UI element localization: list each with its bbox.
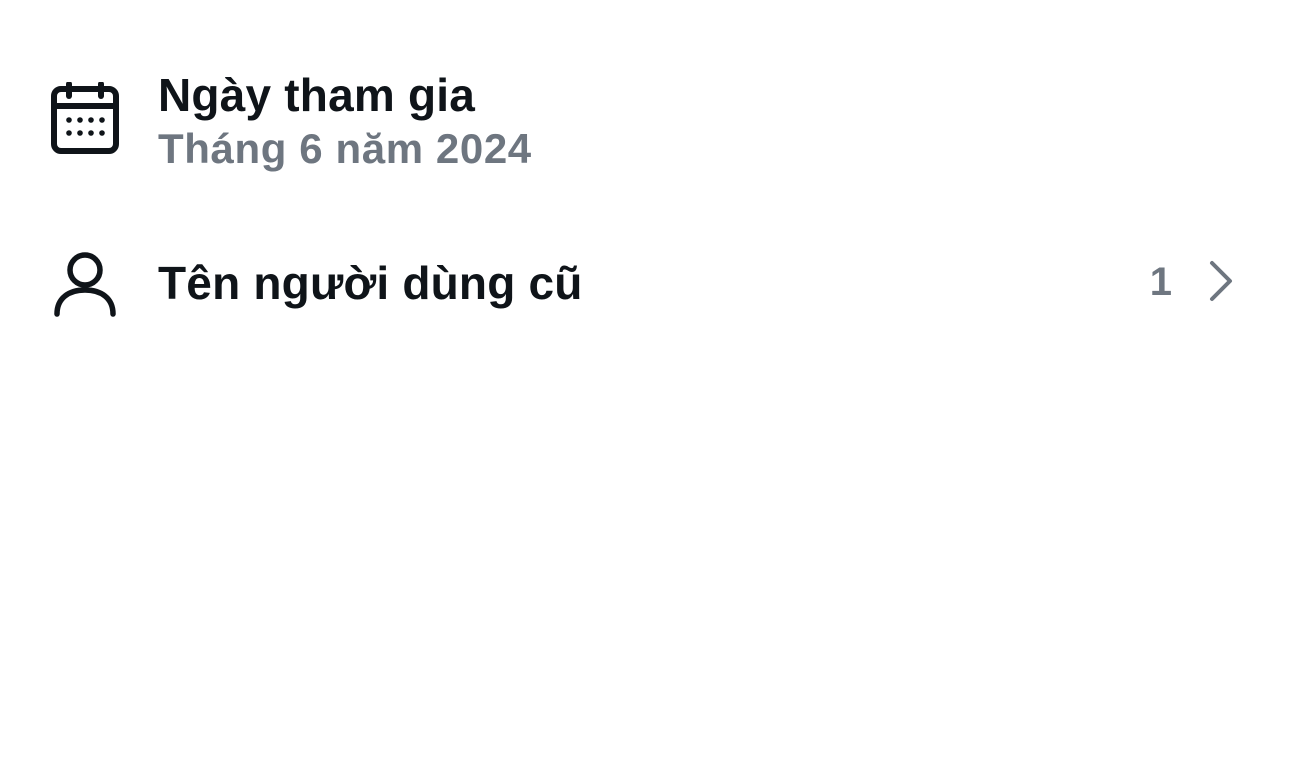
join-date-label: Ngày tham gia xyxy=(158,69,476,121)
previous-usernames-label: Tên người dùng cũ xyxy=(158,257,583,309)
previous-usernames-count: 1 xyxy=(1149,260,1172,304)
chevron-right-icon xyxy=(1210,261,1232,301)
calendar-icon xyxy=(51,82,119,154)
join-date-row: Ngày tham gia Tháng 6 năm 2024 xyxy=(0,0,1290,200)
previous-usernames-row[interactable]: Tên người dùng cũ 1 xyxy=(0,230,1290,330)
join-date-value: Tháng 6 năm 2024 xyxy=(158,125,532,172)
user-icon xyxy=(54,252,116,317)
